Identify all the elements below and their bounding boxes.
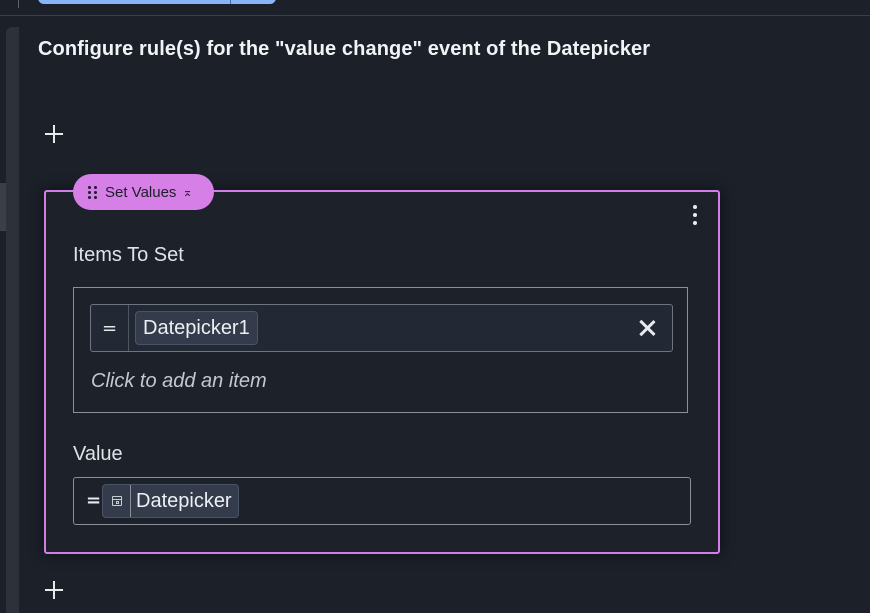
item-operator[interactable]: = [91,305,129,351]
value-chip-label: Datepicker [136,489,232,512]
page-title: Configure rule(s) for the "value change"… [38,38,651,60]
kebab-menu-icon[interactable] [690,205,700,227]
toolbar-divider [18,0,19,8]
add-item-link[interactable]: Click to add an item [91,370,267,393]
value-label: Value [73,443,123,465]
button-split-divider [230,0,231,4]
collapse-icon[interactable]: ⌅ [182,186,192,198]
add-rule-below-icon[interactable] [44,580,64,600]
action-label: Set Values [105,183,177,201]
primary-button[interactable] [38,0,276,4]
items-to-set-label: Items To Set [73,244,184,266]
add-rule-above-icon[interactable] [44,124,64,144]
item-row: = Datepicker1 [90,304,673,352]
set-values-action-pill[interactable]: Set Values ⌅ [73,174,214,210]
item-chip-datepicker1[interactable]: Datepicker1 [135,311,258,345]
close-icon[interactable] [636,317,658,339]
value-operator: = [86,490,102,511]
rule-config-page: Configure rule(s) for the "value change"… [0,0,870,613]
drag-handle-icon[interactable] [88,185,98,199]
value-input[interactable]: = Datepicker [73,477,691,525]
value-chip-datepicker[interactable]: Datepicker [102,484,239,518]
top-toolbar [0,0,870,16]
left-scroll-rail[interactable] [0,27,19,613]
scroll-thumb[interactable] [0,183,6,231]
calendar-icon [103,485,131,517]
